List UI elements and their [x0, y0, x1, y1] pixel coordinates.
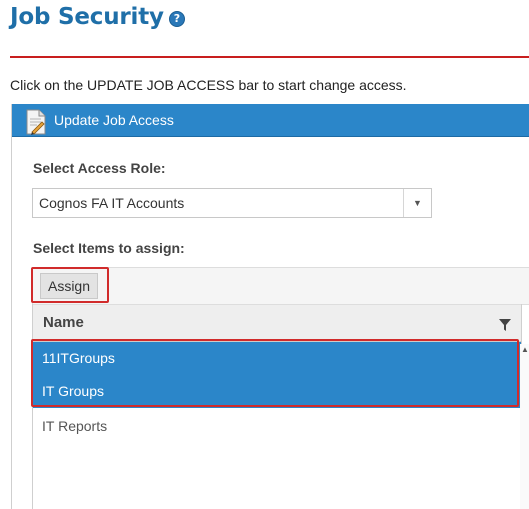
selected-rows-highlight	[31, 339, 519, 407]
filter-icon[interactable]	[499, 319, 511, 331]
page-title: Job Security	[10, 4, 164, 30]
scroll-up-arrow-icon[interactable]: ▲	[521, 345, 529, 354]
update-job-access-bar[interactable]: Update Job Access	[12, 104, 529, 137]
access-role-select-value: Cognos FA IT Accounts	[39, 195, 185, 211]
name-column-header[interactable]: Name	[43, 314, 84, 331]
document-edit-icon	[26, 109, 46, 135]
update-job-access-panel: Update Job Access Select Access Role: Co…	[11, 104, 529, 509]
access-role-label: Select Access Role:	[33, 160, 166, 176]
help-icon[interactable]: ?	[169, 11, 185, 27]
chevron-down-icon[interactable]: ▼	[403, 189, 431, 217]
assign-button-highlight	[31, 267, 109, 303]
instruction-text: Click on the UPDATE JOB ACCESS bar to st…	[10, 77, 407, 93]
items-to-assign-label: Select Items to assign:	[33, 240, 185, 256]
grid-scrollbar[interactable]	[520, 344, 529, 509]
title-divider	[10, 56, 529, 58]
table-row[interactable]: IT Reports	[33, 410, 521, 443]
access-role-select[interactable]: Cognos FA IT Accounts ▼	[32, 188, 432, 218]
update-job-access-label: Update Job Access	[54, 112, 174, 128]
row-name-cell: IT Reports	[42, 418, 108, 434]
grid-header: Name	[33, 304, 521, 342]
